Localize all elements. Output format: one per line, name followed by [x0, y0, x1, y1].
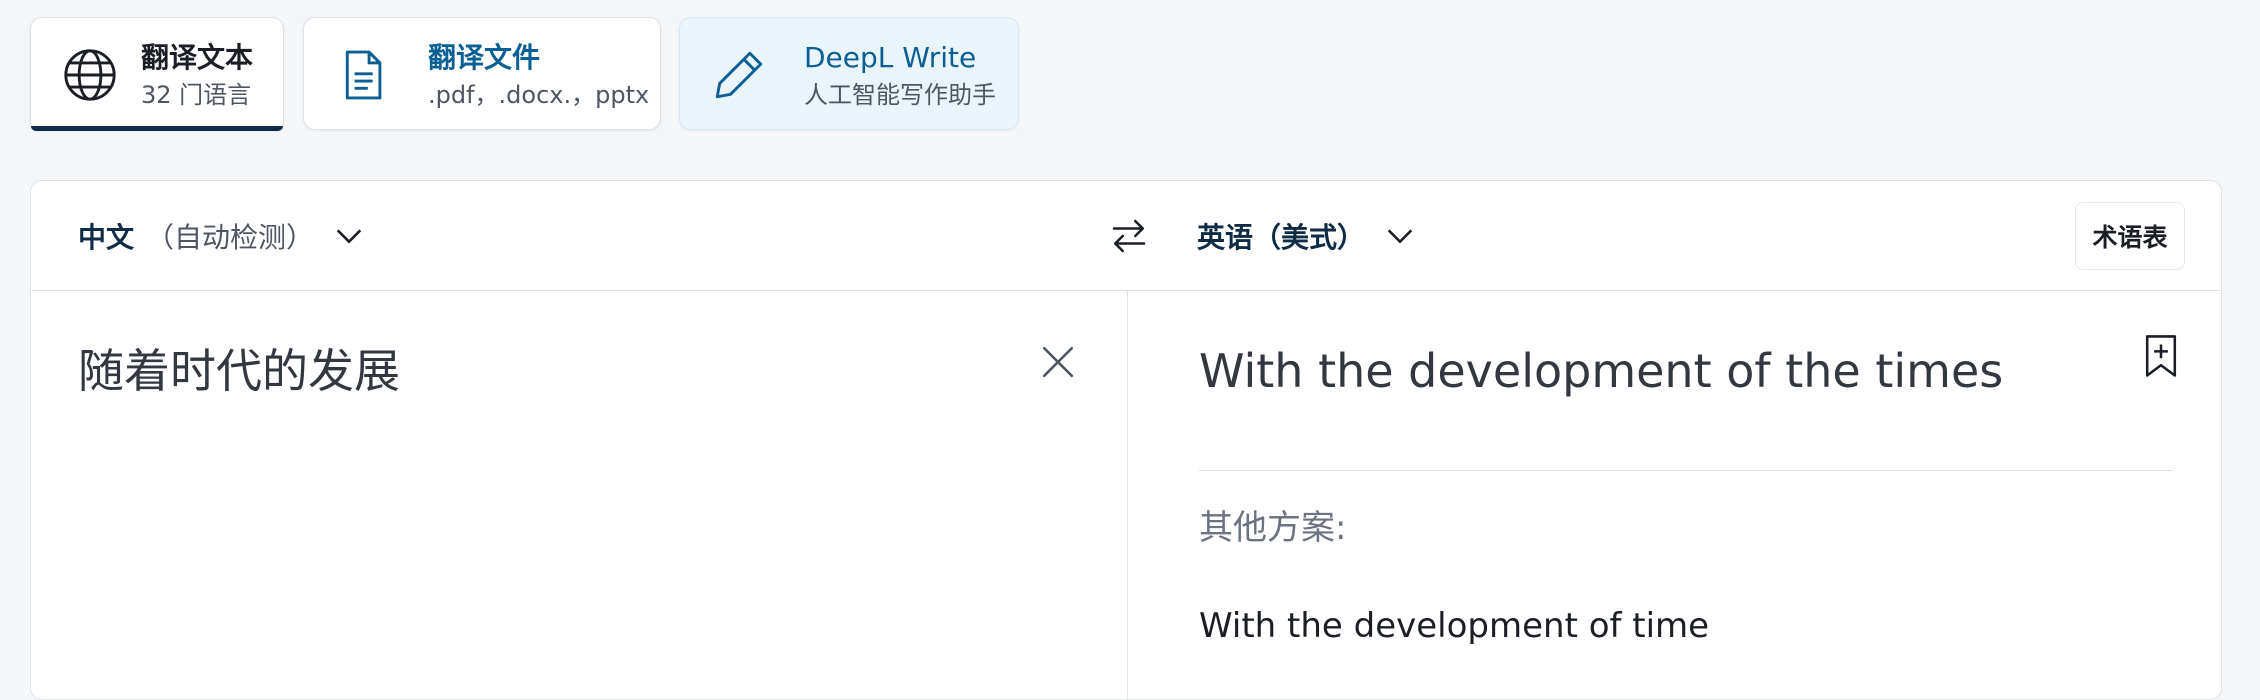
language-bar: 中文 （自动检测） 英语（美式） 术语表 — [31, 181, 2221, 291]
source-text-input[interactable]: 随着时代的发展 — [78, 341, 1038, 401]
tab-translate-text-subtitle: 32 门语言 — [141, 81, 252, 109]
active-tab-indicator — [31, 126, 283, 131]
target-language-name: 英语（美式） — [1197, 221, 1366, 254]
panel-divider — [1127, 291, 1128, 699]
tab-translate-text-title: 翻译文本 — [141, 41, 254, 74]
chevron-down-icon — [1387, 229, 1413, 244]
chevron-down-icon — [336, 229, 362, 244]
document-icon — [345, 50, 382, 100]
swap-languages-icon[interactable] — [1104, 211, 1154, 261]
close-icon[interactable] — [1035, 339, 1081, 385]
translator-panel: 中文 （自动检测） 英语（美式） 术语表 随着时代的发展 With the de… — [30, 180, 2222, 700]
tab-deepl-write[interactable]: DeepL Write 人工智能写作助手 — [679, 17, 1019, 130]
tab-translate-files-subtitle: .pdf，.docx.，pptx — [428, 81, 650, 109]
tab-deepl-write-title: DeepL Write — [804, 41, 977, 74]
tab-translate-files[interactable]: 翻译文件 .pdf，.docx.，pptx — [303, 17, 661, 130]
bookmark-add-icon[interactable] — [2141, 333, 2181, 379]
globe-icon — [64, 49, 116, 101]
tab-deepl-write-subtitle: 人工智能写作助手 — [804, 81, 996, 109]
source-language-name: 中文 — [78, 221, 135, 254]
target-language-select[interactable]: 英语（美式） — [1197, 213, 1417, 259]
translation-output: With the development of the times — [1199, 344, 2004, 398]
tab-translate-files-title: 翻译文件 — [428, 41, 541, 74]
glossary-button[interactable]: 术语表 — [2075, 202, 2185, 270]
source-language-select[interactable]: 中文 （自动检测） — [78, 213, 366, 259]
tab-translate-text[interactable]: 翻译文本 32 门语言 — [30, 17, 284, 131]
source-language-detect-label: （自动检测） — [146, 221, 315, 254]
alternative-translation-item[interactable]: With the development of time — [1199, 603, 1709, 649]
alternatives-divider — [1199, 470, 2173, 471]
pencil-icon — [715, 51, 763, 99]
alternatives-heading: 其他方案: — [1199, 508, 1347, 548]
